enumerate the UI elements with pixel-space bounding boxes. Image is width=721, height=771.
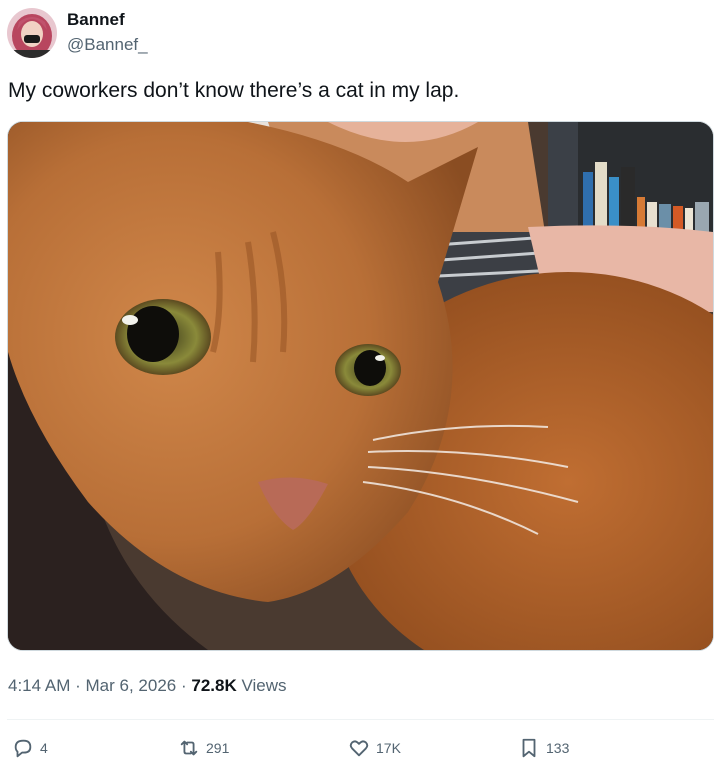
reply-count: 4 <box>40 740 48 756</box>
cat-photo-image <box>8 122 713 650</box>
tweet-text: My coworkers don’t know there’s a cat in… <box>8 79 460 102</box>
like-icon <box>349 740 369 757</box>
repost-count: 291 <box>206 740 230 756</box>
tweet-photo[interactable] <box>7 121 714 651</box>
bookmark-icon <box>522 738 536 758</box>
author-handle[interactable]: @Bannef_ <box>67 35 148 55</box>
like-button[interactable]: 17K <box>348 737 401 759</box>
divider <box>7 719 714 720</box>
like-count: 17K <box>376 740 401 756</box>
bookmark-count: 133 <box>546 740 570 756</box>
tweet-date[interactable]: Mar 6, 2026 <box>86 676 177 695</box>
bookmark-button[interactable]: 133 <box>518 737 569 759</box>
author-display-name[interactable]: Bannef <box>67 10 125 30</box>
reply-icon <box>14 739 32 758</box>
meta-separator: · <box>180 676 187 695</box>
action-bar: 4 291 17K 133 <box>0 731 721 771</box>
avatar[interactable] <box>7 8 57 58</box>
views-label: Views <box>241 676 287 695</box>
tweet-time[interactable]: 4:14 AM <box>8 676 70 695</box>
views-count: 72.8K <box>191 676 237 695</box>
repost-button[interactable]: 291 <box>178 737 229 759</box>
reply-button[interactable]: 4 <box>12 737 48 759</box>
avatar-image <box>7 8 57 58</box>
tweet-meta: 4:14 AM · Mar 6, 2026 · 72.8K Views <box>8 676 287 696</box>
meta-separator: · <box>75 676 81 695</box>
repost-icon <box>180 740 198 756</box>
